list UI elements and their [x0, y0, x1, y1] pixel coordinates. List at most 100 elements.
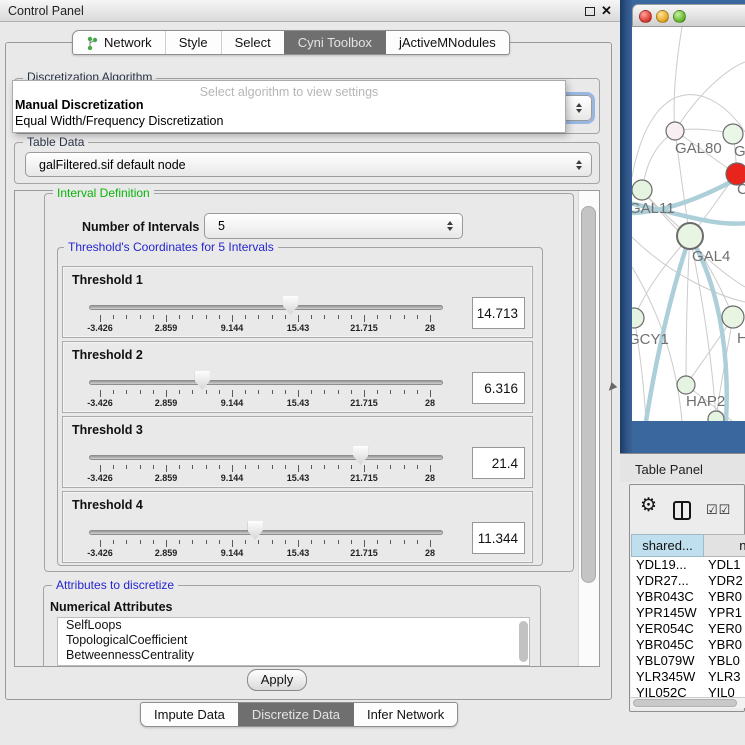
table-data-combo[interactable]: galFiltered.sif default node: [25, 152, 592, 177]
tick-label: 28: [425, 398, 435, 408]
control-panel-titlebar: Control Panel: [0, 0, 620, 22]
ruler-tick: [258, 315, 259, 319]
threshold-panel-3: Threshold 3-3.4262.8599.14415.4321.71528…: [62, 416, 533, 488]
checkbox-columns-icon[interactable]: ☑☑: [706, 502, 731, 518]
ruler-tick: [298, 315, 299, 322]
table-row[interactable]: YDR27...YDR2: [631, 573, 745, 589]
table-row[interactable]: YER054CYER0: [631, 621, 745, 637]
ruler-tick: [404, 540, 405, 544]
ruler-tick: [100, 465, 101, 472]
apply-button[interactable]: Apply: [247, 669, 307, 691]
table-row[interactable]: YBR043CYBR0: [631, 589, 745, 605]
ruler-tick: [417, 390, 418, 394]
tick-label: 15.43: [287, 548, 310, 558]
list-item-betweennesscentrality[interactable]: BetweennessCentrality: [58, 648, 529, 663]
ruler-tick: [311, 390, 312, 394]
ruler-tick: [285, 465, 286, 469]
node-circle-gal80[interactable]: [666, 122, 684, 140]
tab-jactivemnodules[interactable]: jActiveMNodules: [385, 31, 509, 54]
list-scrollbar-thumb[interactable]: [519, 621, 528, 662]
node-circle-h[interactable]: [722, 306, 744, 328]
node-circle-gal4[interactable]: [677, 223, 703, 249]
threshold-value-box[interactable]: 14.713: [472, 297, 525, 329]
tab-impute-data[interactable]: Impute Data: [141, 703, 238, 726]
table-panel-bar: Table Panel: [620, 453, 745, 482]
slider-track[interactable]: [89, 305, 443, 310]
tick-label: 9.144: [221, 398, 244, 408]
node-table[interactable]: YDL19...YDL1YDR27...YDR2YBR043CYBR0YPR14…: [631, 557, 745, 697]
node-circle-hap2[interactable]: [677, 376, 695, 394]
table-row[interactable]: YIL052CYIL0: [631, 685, 745, 697]
table-row[interactable]: YLR345WYLR3: [631, 669, 745, 685]
slider-thumb[interactable]: [283, 296, 298, 315]
ruler-tick: [179, 465, 180, 469]
column-header-name[interactable]: na: [704, 534, 745, 557]
float-window-icon[interactable]: [585, 7, 595, 16]
threshold-value-box[interactable]: 11.344: [472, 522, 525, 554]
tick-label: 21.715: [350, 398, 378, 408]
column-header-shared-name[interactable]: shared...: [631, 534, 704, 557]
combo-stepper-icon: [447, 221, 453, 231]
minimize-traffic-light-icon[interactable]: [656, 10, 669, 23]
threshold-value-box[interactable]: 6.316: [472, 372, 525, 404]
ruler-tick: [430, 540, 431, 547]
list-item-topologicalcoefficient[interactable]: TopologicalCoefficient: [58, 633, 529, 648]
zoom-traffic-light-icon[interactable]: [673, 10, 686, 23]
ruler-tick: [192, 465, 193, 469]
node-circle-gal11[interactable]: [632, 180, 652, 200]
ruler-tick: [126, 390, 127, 394]
gear-icon[interactable]: ⚙: [640, 496, 657, 515]
network-canvas[interactable]: GAL80GCGAL11GAL4GCY1HHAP2: [632, 27, 745, 421]
slider-thumb[interactable]: [195, 371, 210, 390]
node-circle-gcy1[interactable]: [632, 308, 644, 328]
threshold-value-box[interactable]: 21.4: [472, 447, 525, 479]
split-columns-icon[interactable]: [673, 501, 691, 520]
node-circle-g[interactable]: [723, 124, 743, 144]
slider-track[interactable]: [89, 530, 443, 535]
ruler-tick: [298, 390, 299, 397]
tab-network[interactable]: Network: [73, 31, 165, 54]
ruler-tick: [298, 540, 299, 547]
ruler-tick: [404, 315, 405, 319]
slider-track[interactable]: [89, 380, 443, 385]
horizontal-scrollbar-thumb[interactable]: [633, 699, 737, 707]
tab-infer-network[interactable]: Infer Network: [353, 703, 457, 726]
tab-label: Discretize Data: [252, 707, 340, 722]
ruler-tick: [258, 465, 259, 469]
node-label: GAL80: [675, 140, 722, 157]
tick-label: 28: [425, 323, 435, 333]
tab-select[interactable]: Select: [221, 31, 284, 54]
table-row[interactable]: YBR045CYBR0: [631, 637, 745, 653]
slider-track[interactable]: [89, 455, 443, 460]
number-of-intervals-combo[interactable]: 5: [204, 213, 463, 239]
tick-label: 2.859: [155, 323, 178, 333]
network-icon: [86, 36, 99, 50]
ruler-tick: [153, 465, 154, 469]
tab-discretize-data[interactable]: Discretize Data: [238, 703, 353, 726]
close-icon[interactable]: ✕: [601, 3, 612, 19]
ruler-tick: [153, 540, 154, 544]
popup-item-equal-width-frequency-discretization[interactable]: Equal Width/Frequency Discretization: [13, 114, 565, 130]
slider-thumb[interactable]: [248, 521, 263, 540]
close-traffic-light-icon[interactable]: [639, 10, 652, 23]
table-row[interactable]: YBL079WYBL0: [631, 653, 745, 669]
ruler-tick: [206, 315, 207, 319]
table-data-combo-value: galFiltered.sif default node: [39, 158, 186, 172]
list-item-selfloops[interactable]: SelfLoops: [58, 618, 529, 633]
numerical-attributes-list[interactable]: SelfLoopsTopologicalCoefficientBetweenne…: [57, 617, 530, 666]
slider-thumb[interactable]: [353, 446, 368, 465]
node-label: G: [734, 143, 745, 160]
node-label: C: [737, 181, 745, 198]
ruler-tick: [377, 465, 378, 469]
threshold-label: Threshold 1: [72, 273, 143, 287]
ruler-tick: [258, 390, 259, 394]
node-circle[interactable]: [708, 411, 724, 421]
ruler-tick: [417, 540, 418, 544]
tab-cyni-toolbox[interactable]: Cyni Toolbox: [284, 31, 385, 54]
popup-item-manual-discretization[interactable]: Manual Discretization: [13, 98, 565, 114]
vertical-scrollbar-thumb[interactable]: [581, 206, 596, 583]
tab-style[interactable]: Style: [165, 31, 221, 54]
table-row[interactable]: YPR145WYPR1: [631, 605, 745, 621]
table-row[interactable]: YDL19...YDL1: [631, 557, 745, 573]
ruler-tick: [285, 315, 286, 319]
